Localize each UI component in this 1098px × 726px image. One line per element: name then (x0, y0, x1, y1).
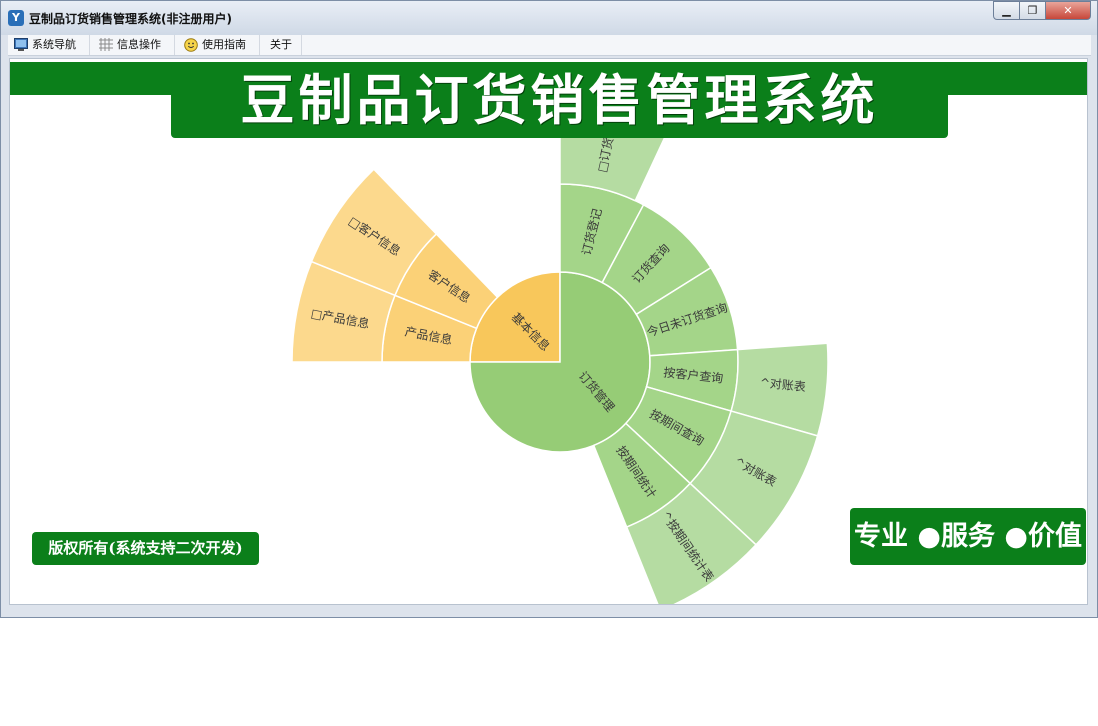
smiley-icon (184, 38, 198, 52)
window-bottom-frame (8, 605, 1091, 613)
menu-label: 信息操作 (117, 38, 161, 51)
menu-about[interactable]: 关于 (262, 35, 302, 55)
monitor-icon (14, 38, 28, 51)
system-title-banner: 豆制品订货销售管理系统 (171, 65, 948, 138)
menu-info-operations[interactable]: 信息操作 (93, 35, 175, 55)
copyright-badge: 版权所有(系统支持二次开发) (32, 532, 259, 565)
close-button[interactable]: ✕ (1045, 1, 1091, 20)
menu-label: 使用指南 (202, 38, 246, 51)
menu-label: 系统导航 (32, 38, 76, 51)
slogan-badge: 专业 ●服务 ●价值 (850, 508, 1086, 565)
minimize-button[interactable]: ▁ (993, 1, 1020, 20)
menu-bar: 系统导航 信息操作 使用指南 关于 (8, 35, 1091, 56)
application-window: Y 豆制品订货销售管理系统(非注册用户) ▁ ❐ ✕ 系统导航 信息操作 使用指… (0, 0, 1098, 618)
grid-icon (99, 38, 113, 51)
menu-system-navigation[interactable]: 系统导航 (8, 35, 90, 55)
maximize-button[interactable]: ❐ (1019, 1, 1046, 20)
title-bar[interactable]: Y 豆制品订货销售管理系统(非注册用户) ▁ ❐ ✕ (1, 1, 1097, 35)
menu-label: 关于 (270, 38, 292, 51)
app-logo-icon: Y (8, 10, 24, 26)
main-content-area: 基本信息 订货管理 产品信息 □产品信息 客户信息 □客户信息 订货登记 订货查询 今日未订货查… (9, 58, 1088, 605)
window-title: 豆制品订货销售管理系统(非注册用户) (29, 12, 232, 26)
menu-user-guide[interactable]: 使用指南 (178, 35, 260, 55)
